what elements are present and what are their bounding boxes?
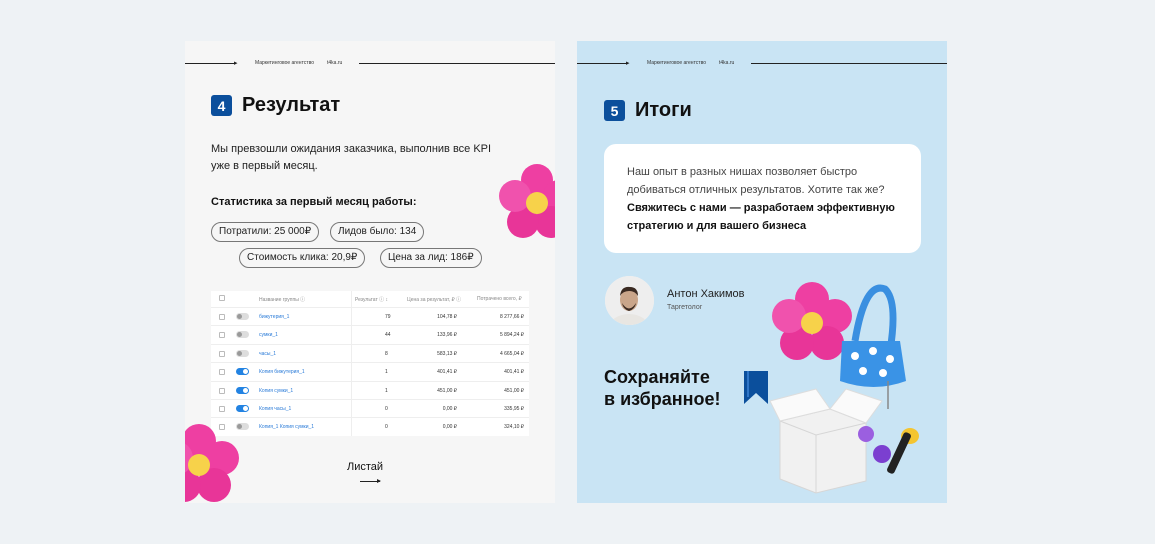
header-cost: Цена за результат, ₽ ⓘ: [407, 297, 462, 303]
row-cost: 133,96 ₽: [437, 332, 457, 339]
bubble-cta-line: стратегию и для вашего бизнеса: [627, 220, 807, 232]
table-row: Копия бижутерия_1 1 401,41 ₽ 401,41 ₽: [211, 362, 529, 380]
row-spent: 5 894,24 ₽: [499, 332, 524, 339]
flower-decoration: [499, 164, 555, 238]
bubble-line: добиваться отличных результатов. Хотите …: [627, 184, 885, 196]
site-label: t4ka.ru: [719, 60, 735, 66]
row-checkbox[interactable]: [219, 387, 225, 394]
row-name-link[interactable]: сумки_1: [259, 332, 278, 338]
stat-pill-cpl: Цена за лид: 186₽: [380, 248, 482, 268]
row-name-link[interactable]: часы_1: [259, 351, 276, 357]
row-name-link[interactable]: Копия бижутерия_1: [259, 369, 305, 375]
row-checkbox[interactable]: [219, 406, 225, 412]
row-name-link[interactable]: бижутерия_1: [259, 314, 289, 320]
slide-result: ▸ Маркетинговое агентство t4ka.ru 4 Резу…: [185, 41, 555, 503]
stat-pill-spent: Потратили: 25 000₽: [211, 222, 320, 242]
person-role: Таргетолог: [667, 304, 703, 311]
row-cost: 451,00 ₽: [437, 387, 457, 394]
row-spent: 401,41 ₽: [504, 369, 524, 376]
save-line: Сохраняйте: [604, 367, 710, 387]
table-row: Копия_1 Копия сумки_1 0 0,00 ₽ 324,10 ₽: [211, 417, 529, 435]
slide-summary: ▸ Маркетинговое агентство t4ka.ru 5 Итог…: [577, 41, 947, 503]
stat-pill-leads: Лидов было: 134: [330, 222, 425, 242]
row-toggle[interactable]: [236, 368, 249, 376]
row-result: 1: [385, 369, 388, 376]
row-checkbox[interactable]: [219, 369, 225, 376]
row-result: 0: [385, 406, 388, 412]
slide-title: Результат: [242, 94, 341, 116]
row-spent: 4 665,04 ₽: [499, 350, 524, 357]
header-spent: Потрачено всего, ₽: [477, 296, 522, 302]
table-row: часы_1 8 583,13 ₽ 4 665,04 ₽: [211, 343, 529, 362]
row-cost: 0,00 ₽: [442, 406, 457, 412]
intro-line: уже в первый месяц.: [211, 160, 318, 172]
person-name: Антон Хакимов: [667, 288, 745, 300]
avatar: [605, 276, 654, 325]
row-toggle[interactable]: [236, 331, 249, 339]
handbag-illustration: [770, 282, 919, 494]
agency-label: Маркетинговое агентство: [647, 60, 706, 66]
row-spent: 324,10 ₽: [504, 424, 524, 431]
row-cost: 0,00 ₽: [442, 424, 457, 431]
row-spent: 335,95 ₽: [504, 406, 524, 412]
table-row: бижутерия_1 79 104,78 ₽ 8 277,66 ₽: [211, 307, 529, 325]
row-name-link[interactable]: Копия часы_1: [259, 406, 291, 412]
slide-header-line: ▸ Маркетинговое агентство t4ka.ru: [577, 60, 947, 68]
table-row: Копия сумки_1 1 451,00 ₽ 451,00 ₽: [211, 380, 529, 399]
arrow-right-icon: ▸: [234, 60, 238, 67]
select-all-checkbox[interactable]: [219, 295, 225, 301]
site-label: t4ka.ru: [327, 60, 343, 66]
row-result: 8: [385, 350, 388, 357]
row-toggle[interactable]: [236, 386, 249, 394]
row-cost: 583,13 ₽: [437, 350, 457, 357]
row-result: 79: [385, 314, 391, 320]
row-result: 1: [385, 387, 388, 394]
row-toggle[interactable]: [236, 405, 249, 412]
row-name-link[interactable]: Копия сумки_1: [259, 388, 293, 394]
row-name-link[interactable]: Копия_1 Копия сумки_1: [259, 424, 314, 430]
row-result: 44: [385, 332, 391, 339]
slide-title: Итоги: [635, 99, 692, 121]
bubble-cta-line: Свяжитесь с нами — разработаем эффективн…: [627, 202, 895, 214]
arrow-right-icon: ▸: [626, 60, 630, 67]
row-result: 0: [385, 424, 388, 431]
stat-pill-cpc: Стоимость клика: 20,9₽: [239, 248, 366, 268]
ads-stats-table: Название группы ⓘ Результат ⓘ ↕ Цена за …: [211, 291, 529, 436]
row-toggle[interactable]: [236, 313, 249, 320]
next-label: Листай: [347, 461, 384, 473]
table-header: Название группы ⓘ Результат ⓘ ↕ Цена за …: [211, 291, 529, 307]
slide-header-line: ▸ Маркетинговое агентство t4ka.ru: [185, 60, 555, 68]
row-cost: 401,41 ₽: [437, 369, 457, 376]
save-call-to-action: Сохраняйте в избранное!: [604, 366, 721, 410]
table-row: сумки_1 44 133,96 ₽ 5 894,24 ₽: [211, 325, 529, 343]
bubble-text: Наш опыт в разных нишах позволяет быстро…: [627, 163, 907, 199]
row-spent: 451,00 ₽: [504, 387, 524, 394]
message-bubble: Наш опыт в разных нишах позволяет быстро…: [604, 144, 921, 253]
row-cost: 104,78 ₽: [437, 314, 457, 320]
slide-number-badge: 4: [211, 95, 232, 116]
row-checkbox[interactable]: [219, 332, 225, 339]
header-group-name: Название группы ⓘ: [259, 297, 306, 303]
intro-text: Мы превзошли ожидания заказчика, выполни…: [211, 141, 511, 175]
intro-line: Мы превзошли ожидания заказчика, выполни…: [211, 143, 492, 155]
row-checkbox[interactable]: [219, 314, 225, 320]
table-row: Копия часы_1 0 0,00 ₽ 335,95 ₽: [211, 399, 529, 417]
slide-number-badge: 5: [604, 100, 625, 121]
bubble-line: Наш опыт в разных нишах позволяет быстро: [627, 166, 858, 178]
save-line: в избранное!: [604, 389, 721, 409]
row-toggle[interactable]: [236, 349, 249, 357]
row-checkbox[interactable]: [219, 350, 225, 357]
agency-label: Маркетинговое агентство: [255, 60, 314, 66]
bookmark-icon: [744, 371, 768, 404]
header-result: Результат ⓘ ↕: [355, 297, 389, 303]
flower-decoration: [185, 424, 239, 502]
bubble-cta: Свяжитесь с нами — разработаем эффективн…: [627, 199, 907, 235]
stats-title: Статистика за первый месяц работы:: [211, 196, 417, 208]
arrow-right-icon: [360, 479, 381, 483]
row-spent: 8 277,66 ₽: [499, 314, 524, 320]
